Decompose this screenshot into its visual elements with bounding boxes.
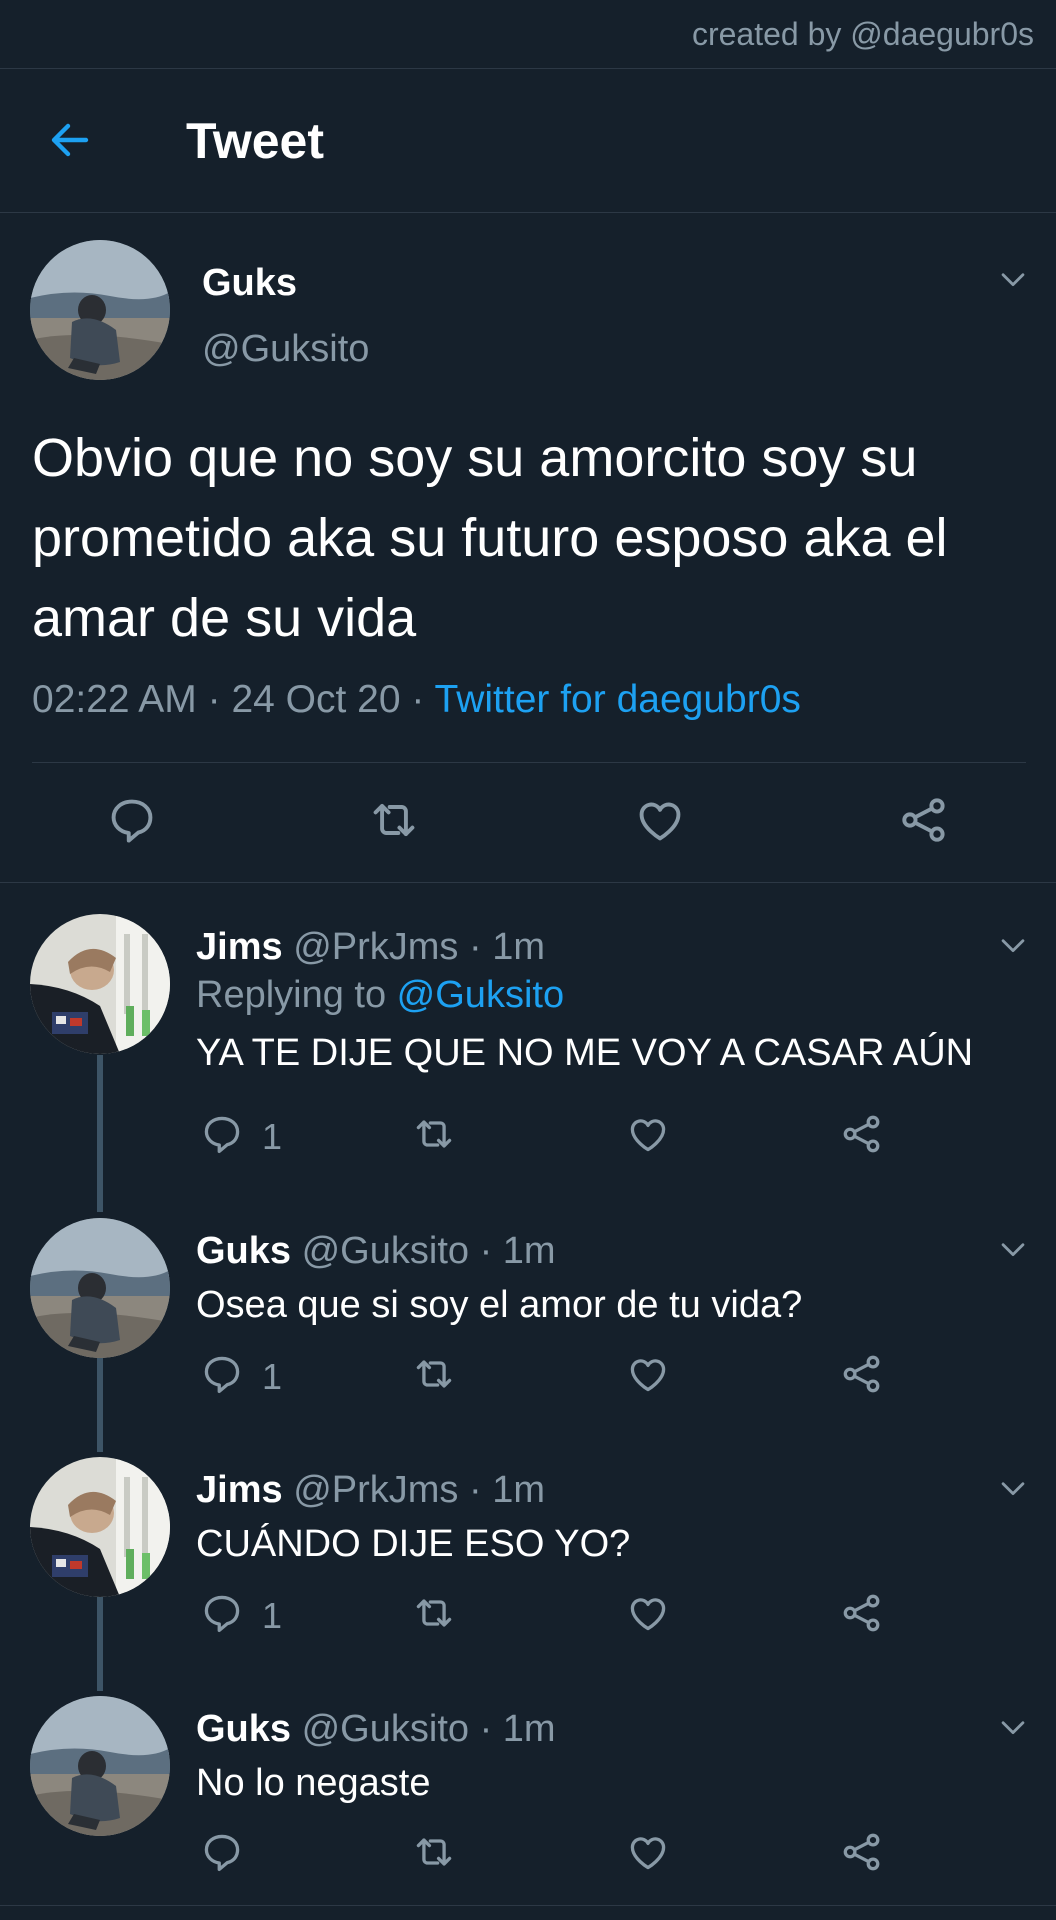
chevron-down-icon[interactable] <box>996 262 1030 296</box>
meta-separator: · <box>458 1469 493 1511</box>
reply-icon[interactable] <box>200 1830 244 1874</box>
watermark-text: created by @daegubr0s <box>691 16 1034 52</box>
reply-tweet[interactable]: Guks @Guksito · 1m Osea que si soy el am… <box>0 1218 1056 1438</box>
author-handle[interactable]: @Guksito <box>302 1230 469 1272</box>
reply-time: 1m <box>502 1230 556 1272</box>
reply-tweet[interactable]: Jims @PrkJms · 1m CUÁNDO DIJE ESO YO? 1 <box>0 1457 1056 1677</box>
page-title: Tweet <box>186 113 324 169</box>
reply-time: 1m <box>492 1469 545 1511</box>
share-icon[interactable] <box>840 1112 884 1156</box>
tweet-meta: 02:22 AM · 24 Oct 20 · Twitter for daegu… <box>32 678 801 722</box>
reply-header: Jims @PrkJms · 1m <box>196 926 545 969</box>
share-icon[interactable] <box>840 1352 884 1396</box>
like-icon[interactable] <box>626 1112 670 1156</box>
reply-icon[interactable] <box>200 1591 244 1635</box>
reply-icon[interactable] <box>200 1352 244 1396</box>
reply-text: CUÁNDO DIJE ESO YO? <box>196 1523 631 1565</box>
tweet-source-link[interactable]: Twitter for daegubr0s <box>435 678 801 721</box>
reply-count: 1 <box>262 1116 283 1157</box>
replying-to-handle[interactable]: @Guksito <box>397 974 564 1016</box>
reply-icon[interactable] <box>106 794 158 846</box>
meta-separator: · <box>196 678 232 721</box>
reply-header: Jims @PrkJms · 1m <box>196 1469 545 1512</box>
replying-to: Replying to @Guksito <box>196 974 564 1017</box>
reply-tweet[interactable]: Jims @PrkJms · 1m Replying to @Guksito Y… <box>0 914 1056 1174</box>
reply-count: 1 <box>262 1595 283 1636</box>
main-tweet: Guks @Guksito Obvio que no soy su amorci… <box>0 212 1056 883</box>
avatar[interactable] <box>30 1457 170 1597</box>
retweet-icon[interactable] <box>368 794 420 846</box>
author-handle[interactable]: @Guksito <box>302 1708 469 1750</box>
top-bar: Tweet <box>0 68 1056 213</box>
author-name[interactable]: Jims <box>196 1469 283 1511</box>
chevron-down-icon[interactable] <box>996 928 1030 962</box>
like-icon[interactable] <box>626 1591 670 1635</box>
reply-count: 1 <box>262 1356 283 1397</box>
reply-icon[interactable] <box>200 1112 244 1156</box>
chevron-down-icon[interactable] <box>996 1710 1030 1744</box>
tweet-text: Obvio que no soy su amorcito soy su prom… <box>32 428 948 648</box>
author-name[interactable]: Jims <box>196 926 283 968</box>
meta-separator: · <box>400 678 435 721</box>
avatar[interactable] <box>30 914 170 1054</box>
watermark: created by @daegubr0s <box>0 0 1056 69</box>
divider <box>0 1905 1056 1906</box>
share-icon[interactable] <box>898 794 950 846</box>
reply-header: Guks @Guksito · 1m <box>196 1708 556 1751</box>
reply-text: YA TE DIJE QUE NO ME VOY A CASAR AÚN <box>196 1032 974 1074</box>
chevron-down-icon[interactable] <box>996 1471 1030 1505</box>
share-icon[interactable] <box>840 1830 884 1874</box>
retweet-icon[interactable] <box>412 1112 456 1156</box>
divider <box>32 762 1026 763</box>
reply-time: 1m <box>502 1708 556 1750</box>
avatar[interactable] <box>30 1696 170 1836</box>
reply-tweet[interactable]: Guks @Guksito · 1m No lo negaste <box>0 1696 1056 1906</box>
meta-separator: · <box>469 1230 503 1272</box>
author-name[interactable]: Guks <box>196 1708 291 1750</box>
avatar[interactable] <box>30 1218 170 1358</box>
reply-text: No lo negaste <box>196 1762 431 1804</box>
retweet-icon[interactable] <box>412 1352 456 1396</box>
author-handle[interactable]: @PrkJms <box>293 1469 458 1511</box>
author-handle[interactable]: @Guksito <box>202 328 369 371</box>
chevron-down-icon[interactable] <box>996 1232 1030 1266</box>
reply-time: 1m <box>492 926 545 968</box>
author-name[interactable]: Guks <box>196 1230 291 1272</box>
back-arrow-icon[interactable] <box>46 116 94 164</box>
author-handle[interactable]: @PrkJms <box>293 926 458 968</box>
tweet-date: 24 Oct 20 <box>231 678 401 721</box>
tweet-time: 02:22 AM <box>32 678 197 721</box>
author-name[interactable]: Guks <box>202 262 297 305</box>
like-icon[interactable] <box>626 1830 670 1874</box>
replying-to-label: Replying to <box>196 974 397 1016</box>
share-icon[interactable] <box>840 1591 884 1635</box>
like-icon[interactable] <box>626 1352 670 1396</box>
meta-separator: · <box>458 926 493 968</box>
retweet-icon[interactable] <box>412 1830 456 1874</box>
like-icon[interactable] <box>634 794 686 846</box>
meta-separator: · <box>469 1708 503 1750</box>
reply-text: Osea que si soy el amor de tu vida? <box>196 1284 803 1326</box>
avatar[interactable] <box>30 240 170 380</box>
reply-header: Guks @Guksito · 1m <box>196 1230 556 1273</box>
retweet-icon[interactable] <box>412 1591 456 1635</box>
